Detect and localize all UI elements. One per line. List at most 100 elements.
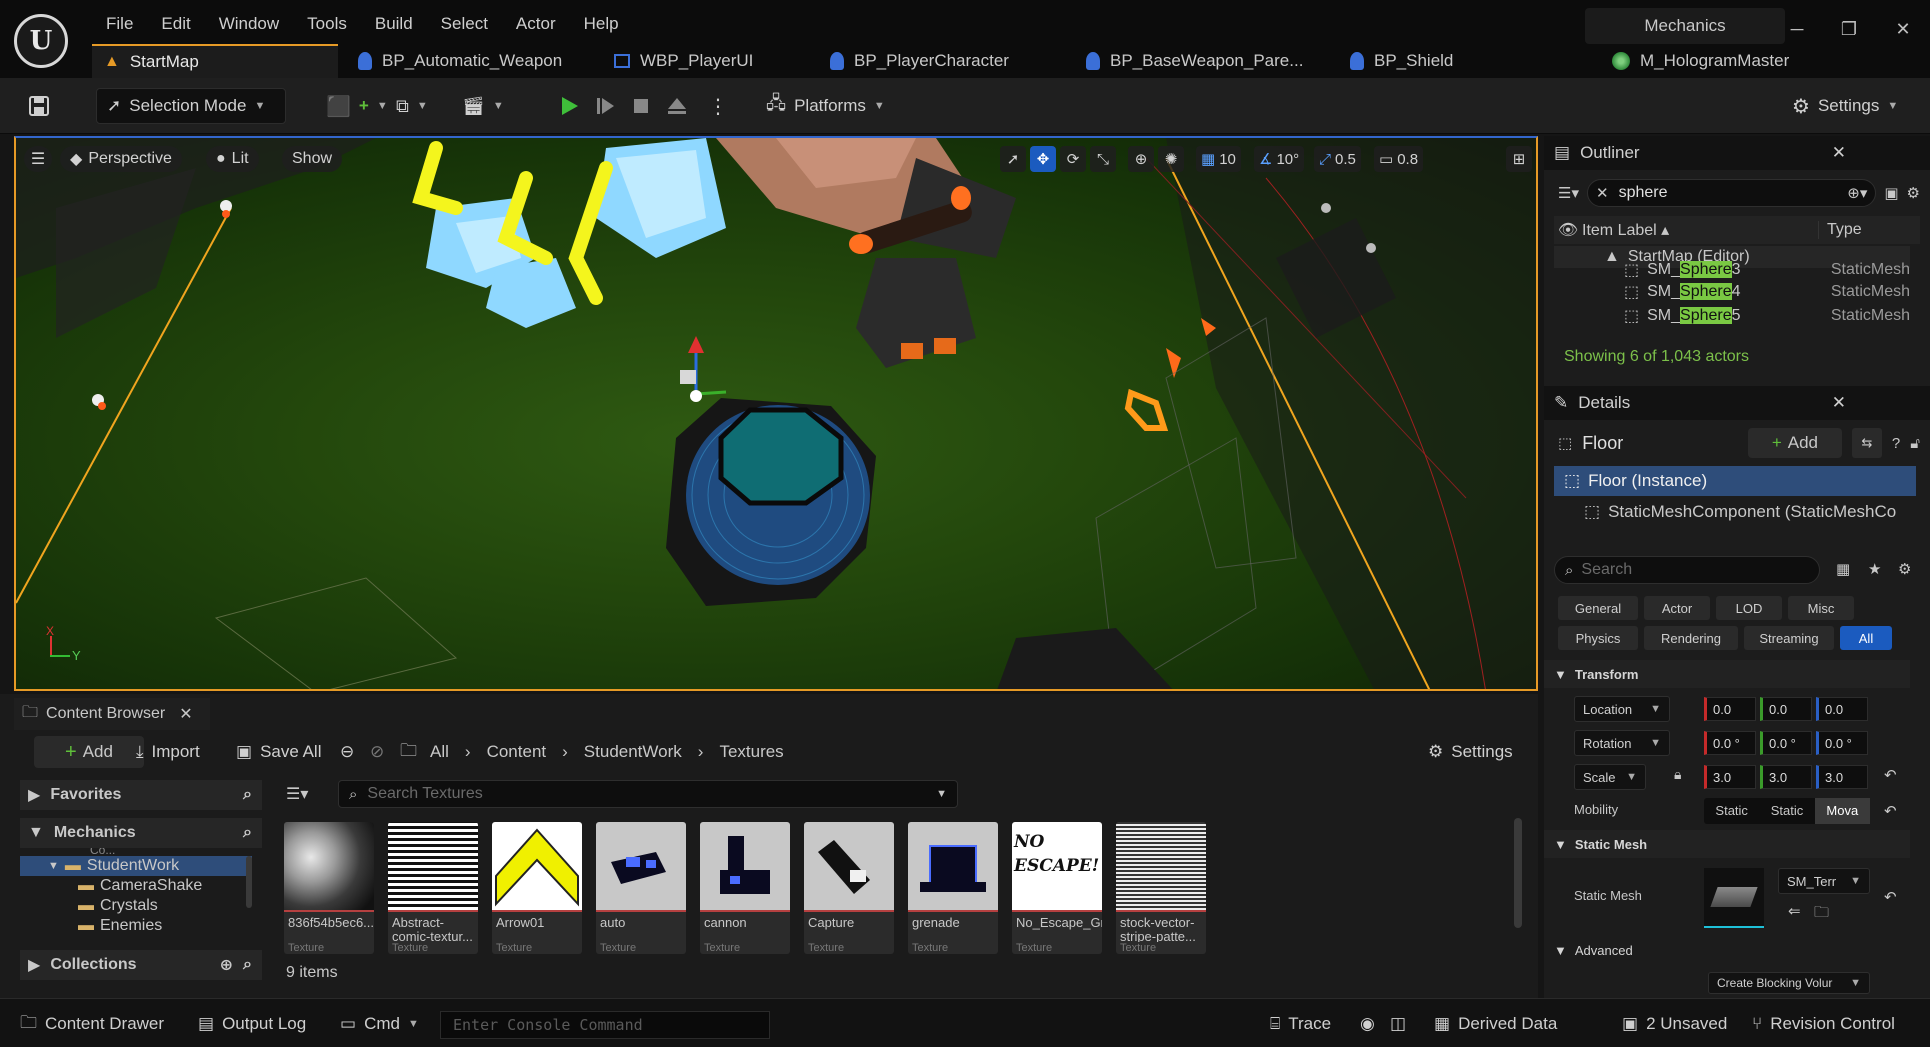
- mobility-stationary[interactable]: Static: [1759, 798, 1814, 824]
- new-folder-icon[interactable]: ▣: [1884, 184, 1898, 202]
- content-browser-tab[interactable]: 🗀 Content Browser ✕: [14, 698, 210, 730]
- add-filter-icon[interactable]: ⊕▾: [1847, 184, 1867, 202]
- add-component-button[interactable]: + Add: [1747, 428, 1842, 458]
- menu-file[interactable]: File: [92, 12, 147, 36]
- visibility-icon[interactable]: 👁︎: [1554, 220, 1582, 240]
- type-column[interactable]: Type: [1818, 221, 1862, 239]
- platforms-dropdown[interactable]: 🖧︎ Platforms ▼: [766, 88, 885, 124]
- blueprint-convert-icon[interactable]: ⇆: [1851, 428, 1882, 458]
- breadcrumb-all[interactable]: All: [430, 742, 449, 762]
- outliner-item[interactable]: ⬚ SM_Sphere5 StaticMesh: [1554, 304, 1910, 328]
- clear-search-icon[interactable]: ✕: [1596, 184, 1609, 202]
- location-y-field[interactable]: 0.0: [1760, 697, 1812, 721]
- static-mesh-section-header[interactable]: ▼ Static Mesh: [1544, 830, 1910, 858]
- help-icon[interactable]: ?: [1892, 435, 1900, 452]
- reset-icon[interactable]: ↶: [1884, 888, 1897, 906]
- perspective-dropdown[interactable]: ◆ Perspective: [60, 146, 182, 172]
- filter-icon[interactable]: ☰▾: [286, 784, 308, 804]
- stop-icon[interactable]: [630, 88, 652, 124]
- lock-icon[interactable]: 🔒︎: [1674, 766, 1681, 783]
- blueprints-button[interactable]: ⧉ ▼: [396, 88, 428, 124]
- asset-tile[interactable]: NO ESCAPE! No_Escape_Graffiti Texture: [1012, 822, 1102, 954]
- star-icon[interactable]: ★: [1868, 560, 1881, 578]
- filter-actor[interactable]: Actor: [1644, 596, 1710, 620]
- revision-control-button[interactable]: ⑂ Revision Control: [1752, 1009, 1895, 1039]
- more-options-icon[interactable]: ⋮: [708, 88, 728, 124]
- close-icon[interactable]: ✕: [1832, 393, 1846, 413]
- create-blocking-volume-dropdown[interactable]: Create Blocking Volur ▼: [1708, 972, 1870, 994]
- menu-select[interactable]: Select: [427, 12, 502, 36]
- asset-tile[interactable]: 836f54b5ec6... Texture: [284, 822, 374, 954]
- settings-dropdown[interactable]: ⚙ Settings ▼: [1792, 88, 1898, 124]
- import-button[interactable]: ⤓ Import: [136, 736, 200, 768]
- filter-icon[interactable]: ☰▾: [1558, 184, 1579, 202]
- table-view-icon[interactable]: ▦: [1836, 560, 1850, 578]
- scale-y-field[interactable]: 3.0: [1760, 765, 1812, 789]
- static-mesh-dropdown[interactable]: SM_Terr ▼: [1778, 868, 1870, 894]
- rotation-snap-toggle[interactable]: ∡ 10°: [1254, 146, 1305, 172]
- output-log-button[interactable]: ▤ Output Log: [198, 1009, 306, 1039]
- asset-tile[interactable]: Capture Texture: [804, 822, 894, 954]
- menu-window[interactable]: Window: [205, 12, 293, 36]
- component-row[interactable]: ⬚ StaticMeshComponent (StaticMeshCo: [1584, 498, 1924, 526]
- filter-rendering[interactable]: Rendering: [1644, 626, 1738, 650]
- filter-general[interactable]: General: [1558, 596, 1638, 620]
- search-icon[interactable]: ⌕: [243, 956, 252, 974]
- save-all-button[interactable]: ▣ Save All: [236, 736, 322, 768]
- tab-bp-playercharacter[interactable]: BP_PlayerCharacter: [818, 44, 1074, 78]
- add-actor-button[interactable]: ⬛ + ▼: [326, 88, 388, 124]
- component-instance-row[interactable]: ⬚ Floor (Instance): [1554, 466, 1916, 496]
- layout-icon[interactable]: ⊞: [1506, 146, 1532, 172]
- rotation-z-field[interactable]: 0.0 °: [1816, 731, 1868, 755]
- grid-snap-toggle[interactable]: ▦ 10: [1196, 146, 1241, 172]
- maximize-icon[interactable]: ❐: [1834, 14, 1864, 44]
- minimize-icon[interactable]: ─: [1782, 14, 1812, 44]
- close-icon[interactable]: ✕: [1832, 143, 1846, 163]
- save-icon[interactable]: [28, 88, 50, 124]
- breadcrumb-textures[interactable]: Textures: [719, 742, 783, 762]
- tab-bp-baseweapon[interactable]: BP_BaseWeapon_Pare...: [1074, 44, 1338, 78]
- location-z-field[interactable]: 0.0: [1816, 697, 1868, 721]
- folder-camerashake[interactable]: ▬ CameraShake: [20, 876, 252, 896]
- static-mesh-thumbnail[interactable]: [1704, 868, 1764, 928]
- chevron-down-icon[interactable]: ▼: [936, 788, 947, 800]
- gear-icon[interactable]: ⚙: [1907, 184, 1920, 202]
- mobility-movable[interactable]: Mova: [1814, 798, 1870, 824]
- menu-build[interactable]: Build: [361, 12, 427, 36]
- gear-icon[interactable]: ⚙: [1898, 560, 1911, 578]
- collections-section[interactable]: ▶ Collections ⊕ ⌕: [20, 950, 262, 980]
- record-icon[interactable]: ◉: [1360, 1009, 1375, 1039]
- camera-speed-button[interactable]: ▭ 0.8: [1374, 146, 1424, 172]
- unsaved-button[interactable]: ▣ 2 Unsaved: [1622, 1009, 1727, 1039]
- folder-crystals[interactable]: ▬ Crystals: [20, 896, 252, 916]
- asset-tile[interactable]: auto Texture: [596, 822, 686, 954]
- asset-tile[interactable]: Arrow01 Texture: [492, 822, 582, 954]
- advanced-section-header[interactable]: ▼ Advanced: [1544, 936, 1910, 964]
- derived-data-button[interactable]: ▦ Derived Data: [1434, 1009, 1557, 1039]
- mechanics-section[interactable]: ▼ Mechanics ⌕: [20, 818, 262, 848]
- console-input[interactable]: Enter Console Command: [440, 1011, 770, 1039]
- filter-physics[interactable]: Physics: [1558, 626, 1638, 650]
- tab-bp-automatic-weapon[interactable]: BP_Automatic_Weapon: [338, 44, 602, 78]
- tab-m-hologrammaster[interactable]: M_HologramMaster: [1600, 44, 1850, 78]
- advance-frame-icon[interactable]: [594, 88, 616, 124]
- filter-lod[interactable]: LOD: [1716, 596, 1782, 620]
- asset-tile[interactable]: stock-vector-stripe-patte... Texture: [1116, 822, 1206, 954]
- back-icon[interactable]: ⊖: [340, 736, 354, 768]
- folder-studentwork[interactable]: ▼ ▬ StudentWork: [20, 856, 252, 876]
- search-icon[interactable]: ⌕: [243, 824, 252, 842]
- rotation-x-field[interactable]: 0.0 °: [1704, 731, 1756, 755]
- scale-snap-toggle[interactable]: ⤢ 0.5: [1314, 146, 1361, 172]
- tree-scrollbar[interactable]: [246, 856, 252, 908]
- tab-wbp-playerui[interactable]: WBP_PlayerUI: [602, 44, 818, 78]
- asset-tile[interactable]: grenade Texture: [908, 822, 998, 954]
- rotation-y-field[interactable]: 0.0 °: [1760, 731, 1812, 755]
- eject-icon[interactable]: [666, 88, 688, 124]
- browse-arrow-icon[interactable]: ⇐: [1788, 902, 1801, 920]
- asset-scrollbar[interactable]: [1514, 818, 1522, 928]
- folder-enemies[interactable]: ▬ Enemies: [20, 916, 252, 934]
- breadcrumb-content[interactable]: Content: [487, 742, 547, 762]
- forward-icon[interactable]: ⊘: [370, 736, 384, 768]
- lock-icon[interactable]: 🔓︎: [1910, 435, 1920, 452]
- play-button[interactable]: [558, 88, 580, 124]
